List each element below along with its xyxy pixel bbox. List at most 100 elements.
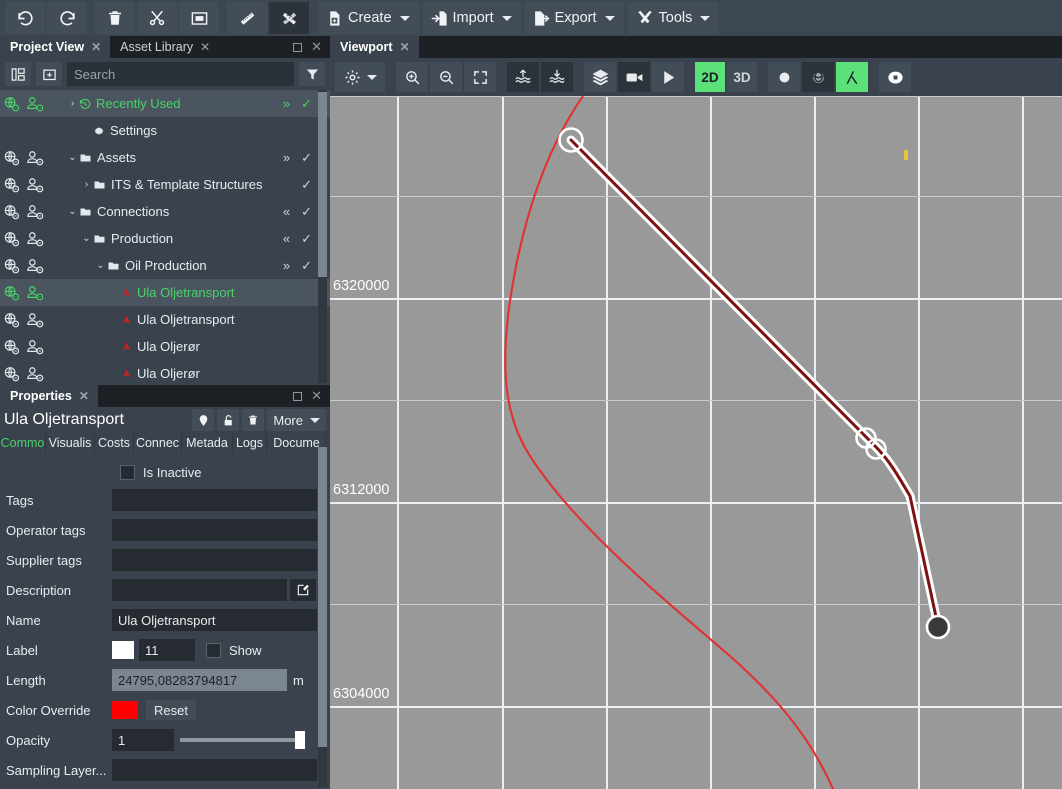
tab-viewport[interactable]: Viewport ✕ xyxy=(330,36,419,58)
tree-view-toggle-button[interactable] xyxy=(5,62,31,86)
measure-cross-button[interactable] xyxy=(269,2,309,34)
create-menu[interactable]: Create xyxy=(318,2,419,34)
color-reset-button[interactable]: Reset xyxy=(146,700,196,720)
chevron-icon[interactable]: ⌄ xyxy=(66,206,79,217)
tags-input[interactable] xyxy=(112,489,317,511)
visibility-check-icon[interactable]: ✓ xyxy=(301,150,312,166)
supplier-tags-input[interactable] xyxy=(112,549,317,571)
opacity-slider-knob[interactable] xyxy=(295,731,305,749)
visibility-check-icon[interactable]: ✓ xyxy=(301,204,312,220)
maximize-icon[interactable] xyxy=(293,42,303,52)
chevron-icon[interactable]: › xyxy=(66,98,79,109)
collapse-toggle-icon[interactable]: » xyxy=(283,150,290,165)
raise-above-water-button[interactable] xyxy=(507,62,539,92)
tab-commo[interactable]: Commo xyxy=(0,433,46,453)
label-show-checkbox[interactable] xyxy=(206,642,221,658)
chevron-icon[interactable]: ⌄ xyxy=(94,260,107,271)
visibility-check-icon[interactable]: ✓ xyxy=(301,177,312,193)
close-icon[interactable]: ✕ xyxy=(79,390,89,402)
collapse-toggle-icon[interactable]: « xyxy=(283,231,290,246)
lower-below-water-button[interactable] xyxy=(541,62,573,92)
undo-button[interactable] xyxy=(5,2,45,34)
tree-row-status-icons[interactable] xyxy=(0,117,52,144)
tree-scrollbar-thumb[interactable] xyxy=(318,92,327,277)
delete-button[interactable] xyxy=(242,409,265,431)
close-panel-icon[interactable]: ✕ xyxy=(311,388,322,404)
collapse-toggle-icon[interactable]: « xyxy=(283,204,290,219)
export-menu[interactable]: Export xyxy=(524,2,624,34)
zoom-out-button[interactable] xyxy=(430,62,462,92)
filter-button[interactable] xyxy=(299,62,325,86)
tree-row-status-icons[interactable] xyxy=(0,144,52,171)
chevron-icon[interactable]: ⌄ xyxy=(66,152,79,163)
cut-button[interactable] xyxy=(137,2,177,34)
camera-button[interactable] xyxy=(879,62,911,92)
label-color-swatch[interactable] xyxy=(112,641,134,659)
close-icon[interactable]: ✕ xyxy=(400,41,410,53)
maximize-icon[interactable] xyxy=(293,391,303,401)
layers-button[interactable] xyxy=(584,62,616,92)
visibility-check-icon[interactable]: ✓ xyxy=(301,258,312,274)
opacity-slider[interactable] xyxy=(180,730,305,750)
tree-row-status-icons[interactable] xyxy=(0,90,52,117)
locate-button[interactable] xyxy=(192,409,215,431)
tab-properties[interactable]: Properties ✕ xyxy=(0,385,98,407)
chevron-icon[interactable]: ⌄ xyxy=(80,233,93,244)
color-override-swatch[interactable] xyxy=(112,701,138,719)
close-icon[interactable]: ✕ xyxy=(200,41,210,53)
zoom-in-button[interactable] xyxy=(396,62,428,92)
delete-button[interactable] xyxy=(95,2,135,34)
play-button[interactable] xyxy=(652,62,684,92)
compass-button[interactable] xyxy=(836,62,868,92)
measure-button[interactable] xyxy=(227,2,267,34)
operator-tags-input[interactable] xyxy=(112,519,317,541)
view-2d-button[interactable]: 2D xyxy=(695,62,725,92)
tree-row-status-icons[interactable] xyxy=(0,333,52,360)
visibility-check-icon[interactable]: ✓ xyxy=(301,231,312,247)
tab-costs[interactable]: Costs xyxy=(95,433,134,453)
environment-button[interactable] xyxy=(802,62,834,92)
fit-selection-button[interactable] xyxy=(179,2,219,34)
tree-row-status-icons[interactable] xyxy=(0,306,52,333)
description-edit-button[interactable] xyxy=(290,579,316,601)
import-menu[interactable]: Import xyxy=(422,2,521,34)
description-input[interactable] xyxy=(112,579,287,601)
close-panel-icon[interactable]: ✕ xyxy=(311,39,322,55)
redo-button[interactable] xyxy=(47,2,87,34)
search-input[interactable] xyxy=(67,62,294,86)
tab-connec[interactable]: Connec xyxy=(134,433,182,453)
tab-project-view[interactable]: Project View ✕ xyxy=(0,36,111,58)
visibility-check-icon[interactable]: ✓ xyxy=(301,96,312,112)
tab-asset-library[interactable]: Asset Library ✕ xyxy=(110,36,220,58)
view-3d-button[interactable]: 3D xyxy=(727,62,757,92)
viewport-settings-button[interactable] xyxy=(335,62,385,92)
tree-row-status-icons[interactable] xyxy=(0,279,52,306)
more-button[interactable]: More xyxy=(267,409,326,431)
record-button[interactable] xyxy=(618,62,650,92)
collapse-toggle-icon[interactable]: » xyxy=(283,96,290,111)
pipeline-end-node[interactable] xyxy=(925,614,951,640)
close-icon[interactable]: ✕ xyxy=(91,41,101,53)
tree-row-status-icons[interactable] xyxy=(0,225,52,252)
tab-metada[interactable]: Metada xyxy=(182,433,233,453)
pipeline-core[interactable] xyxy=(569,138,940,628)
tab-visualis[interactable]: Visualis xyxy=(46,433,95,453)
tree-row-status-icons[interactable] xyxy=(0,252,52,279)
sampling-layer-input[interactable] xyxy=(112,759,317,781)
fit-view-button[interactable] xyxy=(464,62,496,92)
label-size-input[interactable] xyxy=(139,639,195,661)
properties-scrollbar-thumb[interactable] xyxy=(318,447,327,747)
chevron-icon[interactable]: › xyxy=(80,179,93,190)
lock-button[interactable] xyxy=(217,409,240,431)
name-input[interactable] xyxy=(112,609,317,631)
map-canvas[interactable]: 6320000 6312000 6304000 xyxy=(330,96,1062,789)
is-inactive-checkbox[interactable] xyxy=(120,464,135,480)
tab-logs[interactable]: Logs xyxy=(233,433,267,453)
new-folder-button[interactable] xyxy=(36,62,62,86)
sun-button[interactable] xyxy=(768,62,800,92)
tree-row-status-icons[interactable] xyxy=(0,198,52,225)
tree-row-status-icons[interactable] xyxy=(0,171,52,198)
collapse-toggle-icon[interactable]: » xyxy=(283,258,290,273)
opacity-input[interactable] xyxy=(112,729,174,751)
tree-row-status-icons[interactable] xyxy=(0,360,52,383)
